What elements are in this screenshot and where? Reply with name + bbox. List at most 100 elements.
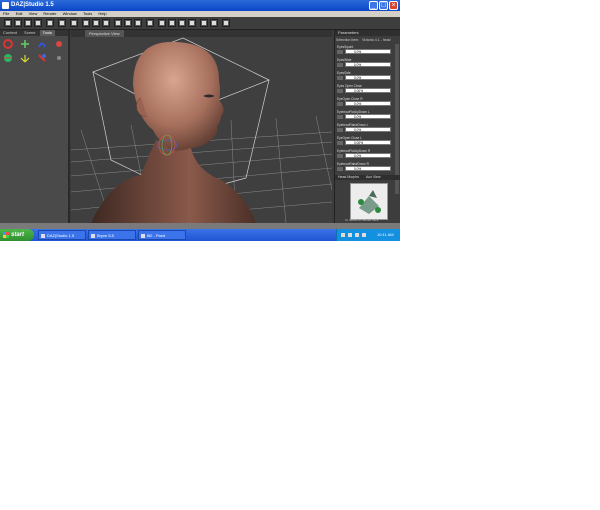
minimize-button[interactable]: _ xyxy=(369,1,378,10)
toolbar xyxy=(0,17,400,30)
maximize-button[interactable]: □ xyxy=(379,1,388,10)
menu-window[interactable]: Window xyxy=(63,11,77,16)
taskbar-item[interactable]: DAZ|Studio 1.5 xyxy=(38,230,86,240)
rotate-gizmo-icon[interactable] xyxy=(3,39,13,49)
param-slider[interactable]: EyebrowFlatUpDown L 0.0% xyxy=(337,110,393,121)
zoom-tool-icon[interactable] xyxy=(158,19,166,27)
menu-edit[interactable]: Edit xyxy=(16,11,23,16)
param-value-field[interactable]: 0.0% xyxy=(345,153,391,158)
start-button[interactable]: start xyxy=(0,229,34,241)
param-slider[interactable]: EyebrowRaiseDown R 0.0% xyxy=(337,162,393,173)
selection-value[interactable]: Victoria 4.1 - head xyxy=(362,38,390,42)
param-key-icon[interactable] xyxy=(337,76,343,80)
selection-label: Selection Item: xyxy=(336,38,360,42)
new-file-icon[interactable] xyxy=(4,19,12,27)
param-key-icon[interactable] xyxy=(337,167,343,171)
camera-tool-icon[interactable] xyxy=(188,19,196,27)
render-icon[interactable] xyxy=(34,19,42,27)
pan-tool-icon[interactable] xyxy=(146,19,154,27)
param-value-field[interactable]: 0.0% xyxy=(345,62,391,67)
param-slider[interactable]: Eyes Open Close 0.00% xyxy=(337,84,393,95)
screenshot-region: DAZ|Studio 1.5 _ □ × File Edit View Rend… xyxy=(0,0,400,241)
menu-help[interactable]: Help xyxy=(98,11,106,16)
aux-view-thumbnail[interactable] xyxy=(350,183,388,220)
app-icon xyxy=(141,234,145,238)
param-slider[interactable]: EyebrowFlatUpDown R 0.0% xyxy=(337,149,393,160)
axis-gizmo-icon[interactable] xyxy=(20,53,30,63)
menu-tools[interactable]: Tools xyxy=(83,11,92,16)
param-key-icon[interactable] xyxy=(337,89,343,93)
save-icon[interactable] xyxy=(24,19,32,27)
param-key-icon[interactable] xyxy=(337,128,343,132)
magnet-gizmo-icon[interactable] xyxy=(37,53,47,63)
orbit-tool-icon[interactable] xyxy=(134,19,142,27)
param-value-field[interactable]: 0.00% xyxy=(345,140,391,145)
param-key-icon[interactable] xyxy=(337,115,343,119)
param-key-icon[interactable] xyxy=(337,154,343,158)
bend-gizmo-icon[interactable] xyxy=(37,39,47,49)
left-panel: Content Scene Tools xyxy=(0,30,70,223)
viewport-scene xyxy=(71,37,332,223)
tab-tools[interactable]: Tools xyxy=(39,30,55,36)
tray-icon[interactable] xyxy=(355,233,359,237)
tray-icon[interactable] xyxy=(341,233,345,237)
menu-view[interactable]: View xyxy=(29,11,38,16)
menu-file[interactable]: File xyxy=(3,11,9,16)
app-icon xyxy=(2,2,9,9)
param-slider[interactable]: EyebrowRaiseDown L 0.0% xyxy=(337,123,393,134)
param-slider[interactable]: EyesSide 0.0% xyxy=(337,71,393,82)
param-value-field[interactable]: 0.0% xyxy=(345,75,391,80)
parameters-scrollbar[interactable] xyxy=(395,44,399,194)
rotate-tool-icon[interactable] xyxy=(92,19,100,27)
clock[interactable]: 10:11 AM xyxy=(377,229,394,241)
param-key-icon[interactable] xyxy=(337,63,343,67)
tab-content[interactable]: Content xyxy=(0,30,20,36)
sphere-gizmo-icon[interactable] xyxy=(3,53,13,63)
dolly-tool-icon[interactable] xyxy=(168,19,176,27)
taskbar-item[interactable]: Bryce 5.5 xyxy=(88,230,136,240)
taskbar-item[interactable]: fit2 - Paint xyxy=(138,230,186,240)
param-key-icon[interactable] xyxy=(337,141,343,145)
param-value-field[interactable]: 0.0% xyxy=(345,114,391,119)
title-bar: DAZ|Studio 1.5 _ □ × xyxy=(0,0,400,11)
param-value-field[interactable]: 0.00% xyxy=(345,88,391,93)
aux-view-header: Head Morphs Aux View xyxy=(335,175,400,180)
param-value-field[interactable]: 0.0% xyxy=(345,166,391,171)
translate-tool-icon[interactable] xyxy=(82,19,90,27)
select-tool-icon[interactable] xyxy=(70,19,78,27)
joint-tool-icon[interactable] xyxy=(124,19,132,27)
twist-gizmo-icon[interactable] xyxy=(54,39,64,49)
scale-tool-icon[interactable] xyxy=(102,19,110,27)
window-title: DAZ|Studio 1.5 xyxy=(11,2,54,8)
universal-tool-icon[interactable] xyxy=(114,19,122,27)
param-key-icon[interactable] xyxy=(337,102,343,106)
undo-icon[interactable] xyxy=(46,19,54,27)
spotlight-tool-icon[interactable] xyxy=(210,19,218,27)
param-slider[interactable]: EyesSquint 0.0% xyxy=(337,45,393,56)
filter-icon[interactable] xyxy=(222,19,230,27)
param-value-field[interactable]: 0.0% xyxy=(345,49,391,54)
pin-gizmo-icon[interactable] xyxy=(54,53,64,63)
app-icon xyxy=(91,234,95,238)
menu-render[interactable]: Render xyxy=(43,11,56,16)
aux-view-title: Aux View xyxy=(366,175,381,179)
param-value-field[interactable]: 0.0% xyxy=(345,127,391,132)
parameters-footer: Head Morphs xyxy=(338,175,360,179)
frame-tool-icon[interactable] xyxy=(178,19,186,27)
left-panel-tabs: Content Scene Tools xyxy=(0,30,68,36)
move-gizmo-icon[interactable] xyxy=(20,39,30,49)
light-tool-icon[interactable] xyxy=(200,19,208,27)
close-button[interactable]: × xyxy=(389,1,398,10)
tray-icon[interactable] xyxy=(362,233,366,237)
perspective-viewport[interactable]: Perspective View xyxy=(71,30,332,223)
tab-scene[interactable]: Scene xyxy=(21,30,38,36)
param-key-icon[interactable] xyxy=(337,50,343,54)
open-file-icon[interactable] xyxy=(14,19,22,27)
param-slider[interactable]: EyeOpen Close L 0.00% xyxy=(337,136,393,147)
tray-icon[interactable] xyxy=(348,233,352,237)
param-slider[interactable]: EyeOpen Close R 0.0% xyxy=(337,97,393,108)
param-slider[interactable]: EyesWide 0.0% xyxy=(337,58,393,69)
redo-icon[interactable] xyxy=(58,19,66,27)
param-value-field[interactable]: 0.0% xyxy=(345,101,391,106)
taskbar: start DAZ|Studio 1.5 Bryce 5.5 fit2 - Pa… xyxy=(0,229,400,241)
